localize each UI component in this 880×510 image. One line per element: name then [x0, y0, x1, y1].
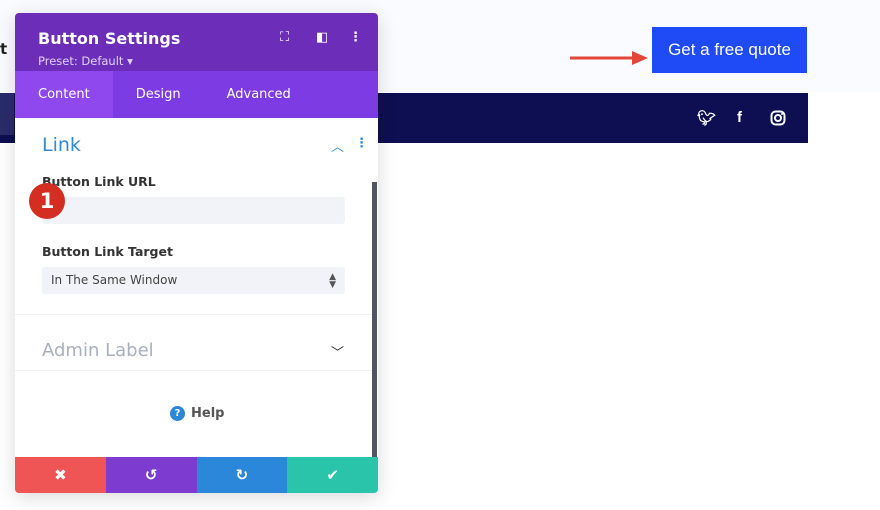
chevron-up-icon[interactable]: ︿	[331, 136, 344, 155]
arrow-annotation-icon	[570, 51, 648, 65]
tab-advanced[interactable]: Advanced	[204, 71, 314, 118]
button-settings-panel: Button Settings Preset: Default ▾ ⛶ ◧ ⋮ …	[15, 13, 378, 493]
help-icon: ?	[170, 406, 185, 421]
panel-footer: ✖ ↺ ↻ ✔	[15, 457, 378, 493]
instagram-icon[interactable]	[770, 110, 786, 126]
select-arrows-icon: ▲ ▼	[329, 272, 336, 290]
more-options-icon[interactable]: ⋮	[349, 30, 362, 45]
preset-dropdown[interactable]: Preset: Default ▾	[38, 54, 133, 68]
tab-design[interactable]: Design	[113, 71, 204, 118]
undo-icon: ↺	[144, 466, 158, 484]
undo-button[interactable]: ↺	[105, 457, 197, 493]
help-link[interactable]: ? Help	[170, 406, 224, 421]
panel-header[interactable]: Button Settings Preset: Default ▾ ⛶ ◧ ⋮	[15, 13, 378, 71]
twitter-icon[interactable]: 🐦︎	[697, 109, 716, 127]
panel-body: Link ︿ ⋮ Button Link URL 1 Button Link T…	[15, 118, 378, 457]
select-value: In The Same Window	[51, 273, 178, 287]
fullscreen-icon[interactable]: ⛶	[280, 30, 289, 45]
close-icon: ✖	[54, 466, 67, 484]
get-quote-button[interactable]: Get a free quote	[652, 27, 807, 73]
cancel-button[interactable]: ✖	[15, 457, 106, 493]
link-section-title[interactable]: Link	[42, 134, 81, 156]
divider	[15, 314, 372, 315]
help-label: Help	[191, 406, 225, 421]
check-icon: ✔	[326, 466, 339, 484]
redo-button[interactable]: ↻	[196, 457, 288, 493]
panel-tabs: Content Design Advanced	[15, 71, 378, 118]
tab-content[interactable]: Content	[15, 71, 113, 118]
chevron-down-icon[interactable]: ﹀	[331, 342, 344, 361]
navbar-item	[0, 93, 14, 135]
save-button[interactable]: ✔	[287, 457, 378, 493]
redo-icon: ↻	[235, 466, 249, 484]
panel-title: Button Settings	[38, 29, 181, 48]
step-badge: 1	[29, 183, 65, 219]
section-options-icon[interactable]: ⋮	[355, 136, 368, 151]
button-link-target-label: Button Link Target	[42, 244, 173, 259]
scrollbar[interactable]	[372, 182, 377, 457]
divider	[15, 370, 372, 371]
button-link-url-input[interactable]	[42, 197, 345, 224]
facebook-icon[interactable]: f	[737, 109, 742, 126]
button-link-target-select[interactable]: In The Same Window ▲ ▼	[42, 267, 345, 294]
split-view-icon[interactable]: ◧	[316, 30, 328, 45]
admin-label-section-title[interactable]: Admin Label	[42, 340, 154, 361]
page-text-fragment: t	[0, 40, 8, 58]
